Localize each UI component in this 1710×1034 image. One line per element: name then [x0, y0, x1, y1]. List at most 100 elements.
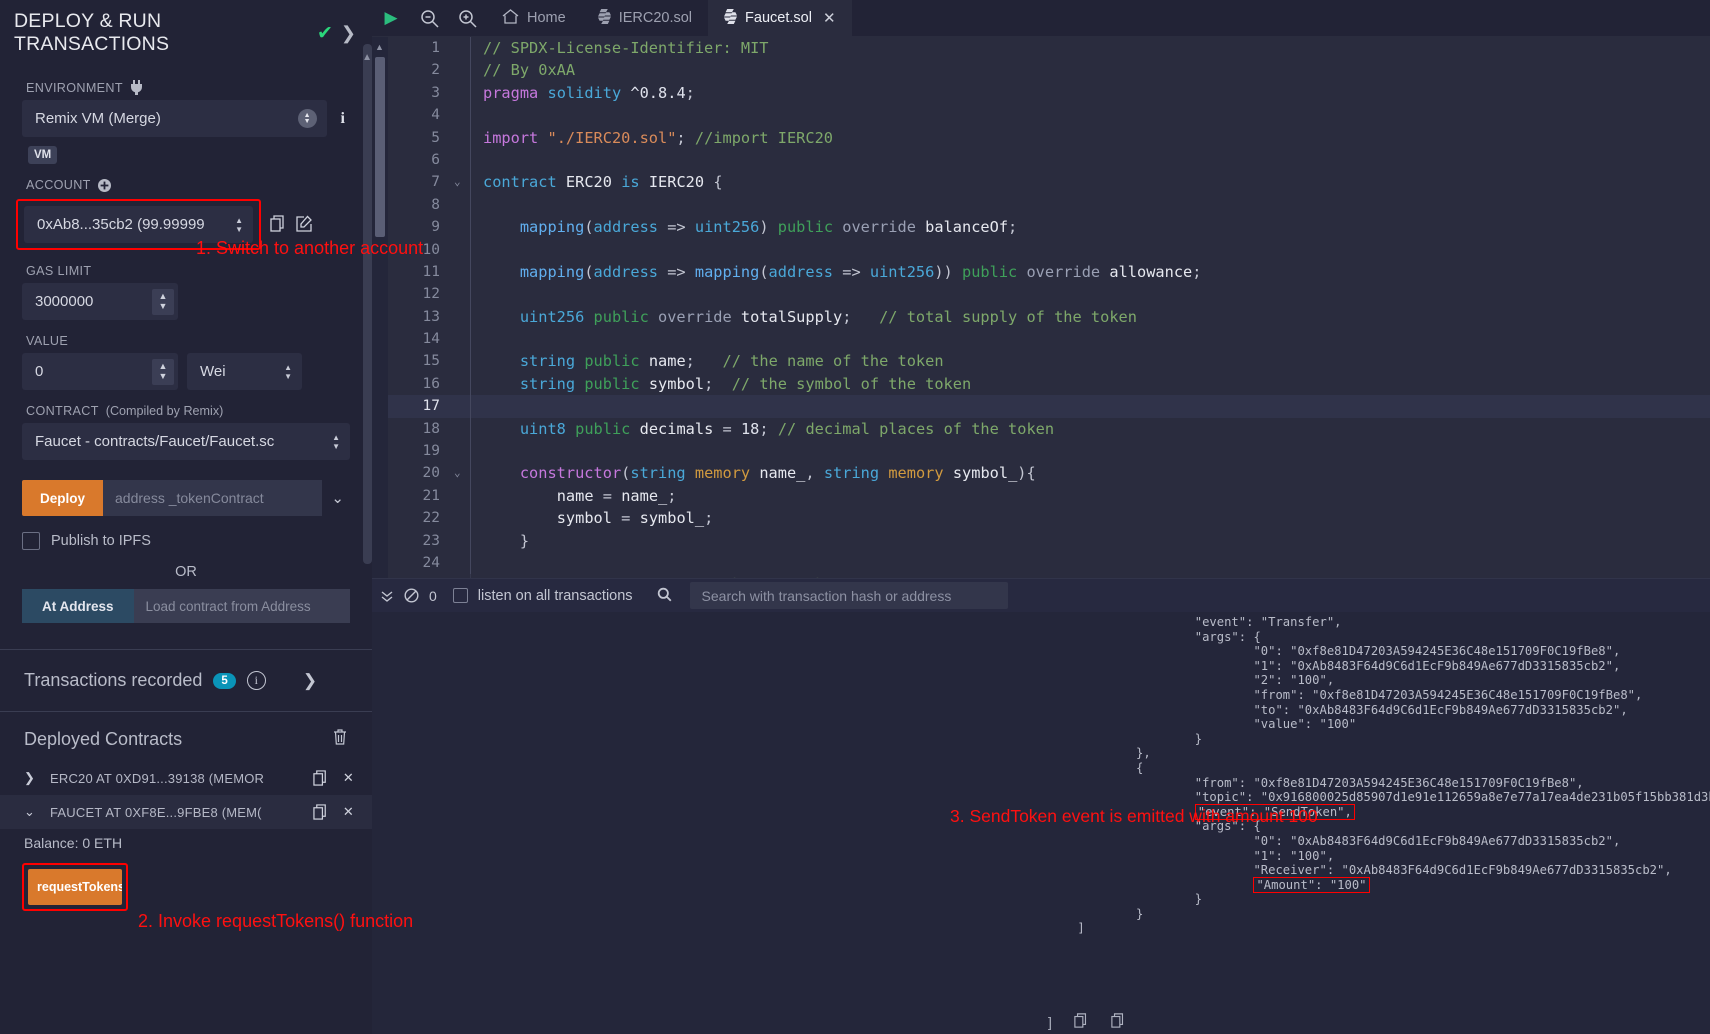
account-label: ACCOUNT	[26, 178, 350, 192]
transaction-search-input[interactable]: Search with transaction hash or address	[690, 582, 1008, 609]
chevron-updown-icon: ▲▼	[278, 364, 292, 380]
fold-icon	[454, 283, 470, 305]
edit-account-icon[interactable]	[296, 215, 313, 232]
deployed-contract-erc20[interactable]: ❯ ERC20 AT 0XD91...39138 (MEMOR ✕	[0, 761, 372, 795]
listen-all-transactions-checkbox[interactable]	[453, 588, 468, 603]
line-number: 18	[388, 418, 454, 440]
code-text: string public symbol; // the symbol of t…	[470, 373, 1710, 395]
deploy-args-input[interactable]: address _tokenContract	[103, 480, 322, 516]
chevron-right-icon[interactable]: ❯	[24, 770, 36, 786]
code-line: 21 name = name_;	[388, 485, 1710, 507]
line-number: 17	[388, 395, 454, 417]
fold-icon	[454, 149, 470, 171]
environment-select[interactable]: Remix VM (Merge) ▲▼	[22, 100, 327, 137]
scroll-up-icon[interactable]: ▲	[362, 52, 372, 63]
tab-ierc20-sol[interactable]: IERC20.sol	[582, 0, 708, 36]
deploy-button[interactable]: Deploy	[22, 480, 103, 516]
code-line: 10	[388, 239, 1710, 261]
value-unit-select[interactable]: Wei ▲▼	[187, 353, 302, 390]
code-editor[interactable]: ▲ 1// SPDX-License-Identifier: MIT2// By…	[372, 37, 1710, 580]
publish-ipfs-checkbox[interactable]	[22, 532, 40, 550]
code-text	[470, 552, 1710, 574]
line-number: 16	[388, 373, 454, 395]
code-line: 14	[388, 328, 1710, 350]
log-line: "Receiver": "0xAb8483F64d9C6d1EcF9b849Ae…	[1048, 863, 1710, 878]
chevron-right-icon[interactable]: ❯	[303, 671, 317, 691]
contract-balance: Balance: 0 ETH	[0, 829, 372, 855]
chevron-right-icon[interactable]: ❯	[341, 23, 356, 44]
line-number: 3	[388, 82, 454, 104]
vm-badge: VM	[28, 146, 57, 164]
tab-label: IERC20.sol	[619, 10, 692, 26]
publish-ipfs-row[interactable]: Publish to IPFS	[22, 532, 350, 550]
tab-home[interactable]: Home	[486, 0, 582, 36]
clear-console-icon[interactable]	[404, 588, 419, 603]
collapse-icon[interactable]	[380, 588, 394, 604]
add-account-icon[interactable]	[98, 179, 111, 192]
fold-icon[interactable]: ⌄	[454, 462, 470, 484]
code-text	[470, 149, 1710, 171]
log-line: "0": "0xAb8483F64d9C6d1EcF9b849Ae677dD33…	[1048, 834, 1710, 849]
code-text: constructor(string memory name_, string …	[470, 462, 1710, 484]
trash-icon[interactable]	[332, 728, 348, 751]
line-number: 14	[388, 328, 454, 350]
info-icon[interactable]: i	[336, 110, 350, 128]
code-text: mapping(address => mapping(address => ui…	[470, 261, 1710, 283]
pending-count: 0	[429, 588, 437, 604]
zoom-in-icon[interactable]	[448, 0, 486, 36]
transactions-recorded-row[interactable]: Transactions recorded 5 i ❯	[0, 650, 372, 711]
log-line: "from": "0xf8e81D47203A594245E36C48e1517…	[1048, 688, 1710, 703]
line-number: 22	[388, 507, 454, 529]
scroll-up-icon[interactable]: ▲	[375, 42, 384, 52]
close-icon[interactable]: ✕	[823, 9, 836, 27]
value-input[interactable]: 0 ▲▼	[22, 353, 178, 390]
code-line: 16 string public symbol; // the symbol o…	[388, 373, 1710, 395]
gas-limit-input[interactable]: 3000000 ▲▼	[22, 283, 178, 320]
code-line: 9 mapping(address => uint256) public ove…	[388, 216, 1710, 238]
solidity-icon	[724, 9, 737, 27]
annotation-1: 1. Switch to another account	[196, 238, 423, 259]
close-icon[interactable]: ✕	[343, 770, 354, 786]
scrollbar-thumb[interactable]	[375, 57, 385, 237]
copy-icon[interactable]	[1074, 1013, 1089, 1031]
request-tokens-button[interactable]: requestTokens	[28, 869, 122, 905]
value-stepper[interactable]: ▲▼	[152, 359, 174, 385]
sidebar-scrollbar[interactable]	[363, 44, 372, 564]
copy-account-icon[interactable]	[270, 215, 287, 232]
code-line: 12	[388, 283, 1710, 305]
at-address-input[interactable]: Load contract from Address	[134, 589, 350, 623]
fold-icon	[454, 350, 470, 372]
code-text: }	[470, 530, 1710, 552]
line-number: 13	[388, 306, 454, 328]
copy-icon[interactable]	[1111, 1013, 1126, 1031]
run-icon[interactable]: ▶	[372, 0, 410, 36]
environment-row: Remix VM (Merge) ▲▼ i	[22, 100, 350, 137]
tab-faucet-sol[interactable]: Faucet.sol ✕	[708, 0, 851, 36]
gas-limit-stepper[interactable]: ▲▼	[152, 289, 174, 315]
fold-icon[interactable]: ⌄	[454, 171, 470, 193]
fold-icon	[454, 530, 470, 552]
code-text	[470, 104, 1710, 126]
at-address-button[interactable]: At Address	[22, 589, 134, 623]
deployed-contract-faucet[interactable]: ⌄ FAUCET AT 0XF8E...9FBE8 (MEM( ✕	[0, 795, 372, 829]
solidity-icon	[598, 9, 611, 27]
log-line: "1": "0xAb8483F64d9C6d1EcF9b849Ae677dD33…	[1048, 659, 1710, 674]
copy-address-icon[interactable]	[313, 770, 329, 786]
editor-scrollbar[interactable]: ▲	[372, 37, 388, 580]
fold-icon	[454, 104, 470, 126]
copy-address-icon[interactable]	[313, 804, 329, 820]
zoom-out-icon[interactable]	[410, 0, 448, 36]
info-icon[interactable]: i	[247, 671, 266, 690]
terminal-footer: ]	[1048, 1013, 1126, 1031]
plug-icon	[130, 80, 143, 95]
line-number: 15	[388, 350, 454, 372]
line-number: 2	[388, 59, 454, 81]
annotation-3: 3. SendToken event is emitted with amoun…	[950, 806, 1318, 827]
contract-select[interactable]: Faucet - contracts/Faucet/Faucet.sc ▲▼	[22, 423, 350, 460]
close-icon[interactable]: ✕	[343, 804, 354, 820]
log-line: "to": "0xAb8483F64d9C6d1EcF9b849Ae677dD3…	[1048, 703, 1710, 718]
code-line: 15 string public name; // the name of th…	[388, 350, 1710, 372]
chevron-down-icon[interactable]: ⌄	[322, 489, 350, 507]
fold-icon	[454, 261, 470, 283]
chevron-down-icon[interactable]: ⌄	[24, 804, 36, 820]
